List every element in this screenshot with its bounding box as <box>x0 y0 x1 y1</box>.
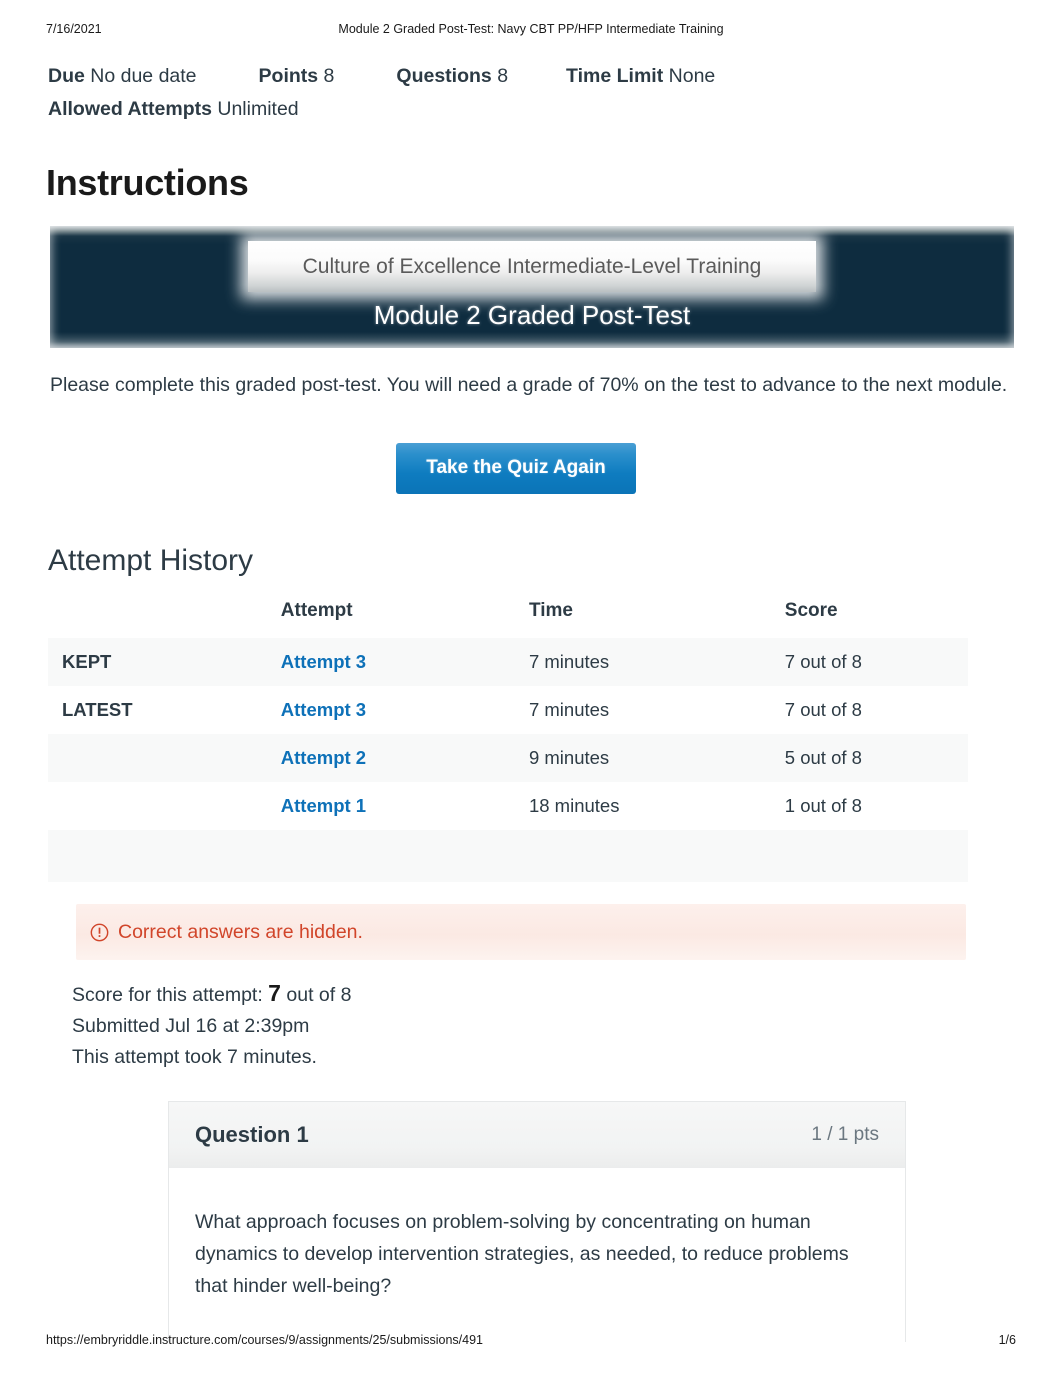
quiz-meta-row-1: Due No due date Points 8 Questions 8 Time L… <box>48 60 1062 93</box>
column-header-score: Score <box>784 600 838 621</box>
attempt-history-table: Attempt Time Score KEPT Attempt 3 7 minu… <box>48 600 968 882</box>
table-row: KEPT Attempt 3 7 minutes 7 out of 8 <box>48 638 968 686</box>
attempt-history-heading: Attempt History <box>48 544 254 577</box>
correct-answers-hidden-alert: Correct answers are hidden. <box>76 904 966 960</box>
question-text: What approach focuses on problem-solving… <box>195 1211 849 1297</box>
print-footer-url: https://embryriddle.instructure.com/cour… <box>46 1333 483 1347</box>
print-footer-page-number: 1/6 <box>998 1333 1016 1347</box>
table-row: Attempt 2 9 minutes 5 out of 8 <box>48 734 968 782</box>
instructions-body: Please complete this graded post-test. Y… <box>50 374 1008 396</box>
take-quiz-again-button[interactable]: Take the Quiz Again <box>396 443 636 494</box>
score-value: 7 <box>268 980 281 1006</box>
banner-subtitle-plate: Culture of Excellence Intermediate-Level… <box>248 241 816 292</box>
row-tag: LATEST <box>62 699 133 720</box>
question-container: Question 1 1 / 1 pts What approach focus… <box>168 1101 906 1342</box>
column-header-time: Time <box>528 600 573 621</box>
allowed-attempts-value: Unlimited <box>217 98 299 120</box>
question-header: Question 1 1 / 1 pts <box>169 1102 905 1168</box>
take-quiz-again-row: Take the Quiz Again <box>0 443 1062 494</box>
attempt-time: 7 minutes <box>528 699 610 720</box>
allowed-attempts-label: Allowed Attempts <box>48 98 212 120</box>
attempt-time: 9 minutes <box>528 747 610 768</box>
time-limit-value: None <box>668 65 716 87</box>
column-header-tag <box>48 600 281 638</box>
score-suffix: out of 8 <box>286 984 352 1006</box>
attempt-history-head: Attempt Time Score <box>48 600 968 638</box>
attempt-link[interactable]: Attempt 2 <box>281 747 366 768</box>
quiz-meta: Due No due date Points 8 Questions 8 Time L… <box>0 48 1062 126</box>
score-for-attempt-line: Score for this attempt: 7 out of 8 <box>72 978 1062 1011</box>
quiz-meta-row-2: Allowed Attempts Unlimited <box>48 93 1062 126</box>
due-value: No due date <box>90 65 197 87</box>
table-row: LATEST Attempt 3 7 minutes 7 out of 8 <box>48 686 968 734</box>
questions-value: 8 <box>497 65 509 87</box>
banner-title: Module 2 Graded Post-Test <box>373 300 691 330</box>
table-row: Attempt 1 18 minutes 1 out of 8 <box>48 782 968 830</box>
question-points: 1 / 1 pts <box>811 1123 879 1145</box>
points-value: 8 <box>323 65 335 87</box>
exclamation-circle-icon <box>90 923 109 941</box>
attempt-time: 18 minutes <box>528 795 620 816</box>
due-label: Due <box>48 65 85 87</box>
attempt-score: 7 out of 8 <box>784 651 862 672</box>
attempt-link[interactable]: Attempt 3 <box>281 699 366 720</box>
points-label: Points <box>258 65 319 87</box>
instructions-heading: Instructions <box>46 162 249 203</box>
questions-label: Questions <box>396 65 492 87</box>
attempt-history-body: KEPT Attempt 3 7 minutes 7 out of 8 LATE… <box>48 638 968 882</box>
attempt-time: 7 minutes <box>528 651 610 672</box>
course-banner-image: Culture of Excellence Intermediate-Level… <box>50 226 1014 348</box>
print-page-title: Module 2 Graded Post-Test: Navy CBT PP/H… <box>338 22 724 36</box>
table-header-row: Attempt Time Score <box>48 600 968 638</box>
alert-text: Correct answers are hidden. <box>118 920 363 943</box>
attempt-score: 7 out of 8 <box>784 699 862 720</box>
table-spacer-row <box>48 830 968 882</box>
attempt-score: 1 out of 8 <box>784 795 862 816</box>
attempt-link[interactable]: Attempt 3 <box>281 651 366 672</box>
page-content: Due No due date Points 8 Questions 8 Time L… <box>0 48 1062 1342</box>
print-header: 7/16/2021 Module 2 Graded Post-Test: Nav… <box>0 22 1062 40</box>
attempt-duration-line: This attempt took 7 minutes. <box>72 1046 317 1068</box>
row-tag: KEPT <box>62 651 112 672</box>
score-prefix: Score for this attempt: <box>72 984 263 1006</box>
print-footer: https://embryriddle.instructure.com/cour… <box>0 1333 1062 1349</box>
question-title: Question 1 <box>195 1121 309 1147</box>
submitted-line: Submitted Jul 16 at 2:39pm <box>72 1015 310 1037</box>
banner-subtitle: Culture of Excellence Intermediate-Level… <box>302 254 762 278</box>
attempt-score: 5 out of 8 <box>784 747 862 768</box>
submission-summary: Score for this attempt: 7 out of 8 Submi… <box>72 978 1062 1073</box>
column-header-attempt: Attempt <box>280 600 353 621</box>
time-limit-label: Time Limit <box>566 65 664 87</box>
attempt-link[interactable]: Attempt 1 <box>281 795 366 816</box>
